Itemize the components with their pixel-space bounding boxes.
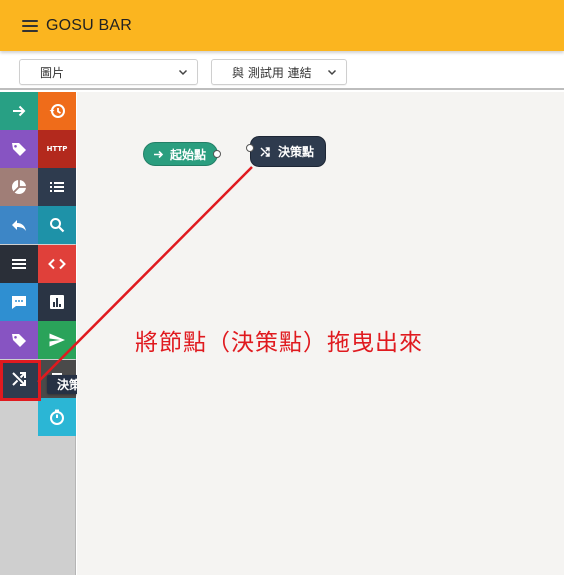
app-window: GOSU BAR 圖片 與 測試用 連結 HTTP 決策點 起始點 決策點 將節… xyxy=(0,0,564,575)
shuffle-icon xyxy=(12,372,26,386)
app-header: GOSU BAR xyxy=(0,0,564,51)
reply-icon xyxy=(12,220,26,231)
chevron-down-icon xyxy=(327,69,337,76)
palette-tile-chart[interactable] xyxy=(0,168,38,206)
palette-tile-http[interactable]: HTTP xyxy=(38,130,76,168)
palette-tile-code[interactable] xyxy=(38,245,76,283)
arrow-right-icon xyxy=(154,150,164,158)
palette-tile-menu[interactable] xyxy=(0,245,38,283)
toolbar: 圖片 與 測試用 連結 xyxy=(0,51,564,90)
palette-tile-tag[interactable] xyxy=(0,130,38,168)
palette-tile-tag-2[interactable] xyxy=(0,321,38,359)
list-icon xyxy=(50,182,64,192)
output-port[interactable] xyxy=(213,150,221,158)
menu-icon xyxy=(12,259,26,269)
search-icon xyxy=(50,218,65,233)
timer-icon xyxy=(50,409,64,425)
tag-icon xyxy=(12,334,26,347)
start-node[interactable]: 起始點 xyxy=(143,142,218,166)
node-type-select[interactable]: 圖片 xyxy=(19,59,198,85)
palette-tile-decision[interactable] xyxy=(0,360,38,398)
hamburger-menu-icon[interactable] xyxy=(22,19,38,32)
input-port[interactable] xyxy=(246,144,254,152)
chat-icon xyxy=(12,296,26,309)
tag-icon xyxy=(12,143,26,156)
palette-tile-send[interactable] xyxy=(38,321,76,359)
code-icon xyxy=(48,258,66,270)
palette-tile-list[interactable] xyxy=(38,168,76,206)
palette-tile-link-in[interactable] xyxy=(0,92,38,130)
connection-select-value: 與 測試用 連結 xyxy=(232,65,312,80)
chevron-down-icon xyxy=(178,69,188,76)
palette-tile-search[interactable] xyxy=(38,206,76,244)
palette-tile-reply[interactable] xyxy=(0,206,38,244)
palette-tile-comment[interactable] xyxy=(0,283,38,321)
shuffle-icon xyxy=(260,146,270,157)
bar-chart-icon xyxy=(50,295,64,309)
start-node-label: 起始點 xyxy=(170,147,207,162)
decision-node[interactable]: 決策點 xyxy=(250,136,326,167)
app-title: GOSU BAR xyxy=(46,16,133,34)
palette-tile-history[interactable] xyxy=(38,92,76,130)
pie-chart-icon xyxy=(12,180,26,194)
decision-node-label: 決策點 xyxy=(278,145,315,159)
send-icon xyxy=(49,333,65,347)
arrow-right-icon xyxy=(13,105,26,117)
history-icon xyxy=(49,104,65,118)
node-type-select-value: 圖片 xyxy=(40,65,65,80)
palette-tile-timer[interactable] xyxy=(38,398,76,436)
http-icon: HTTP xyxy=(46,145,68,153)
annotation-text: 將節點（決策點）拖曳出來 xyxy=(135,330,423,356)
palette-tile-bar-chart[interactable] xyxy=(38,283,76,321)
connection-select[interactable]: 與 測試用 連結 xyxy=(211,59,347,85)
